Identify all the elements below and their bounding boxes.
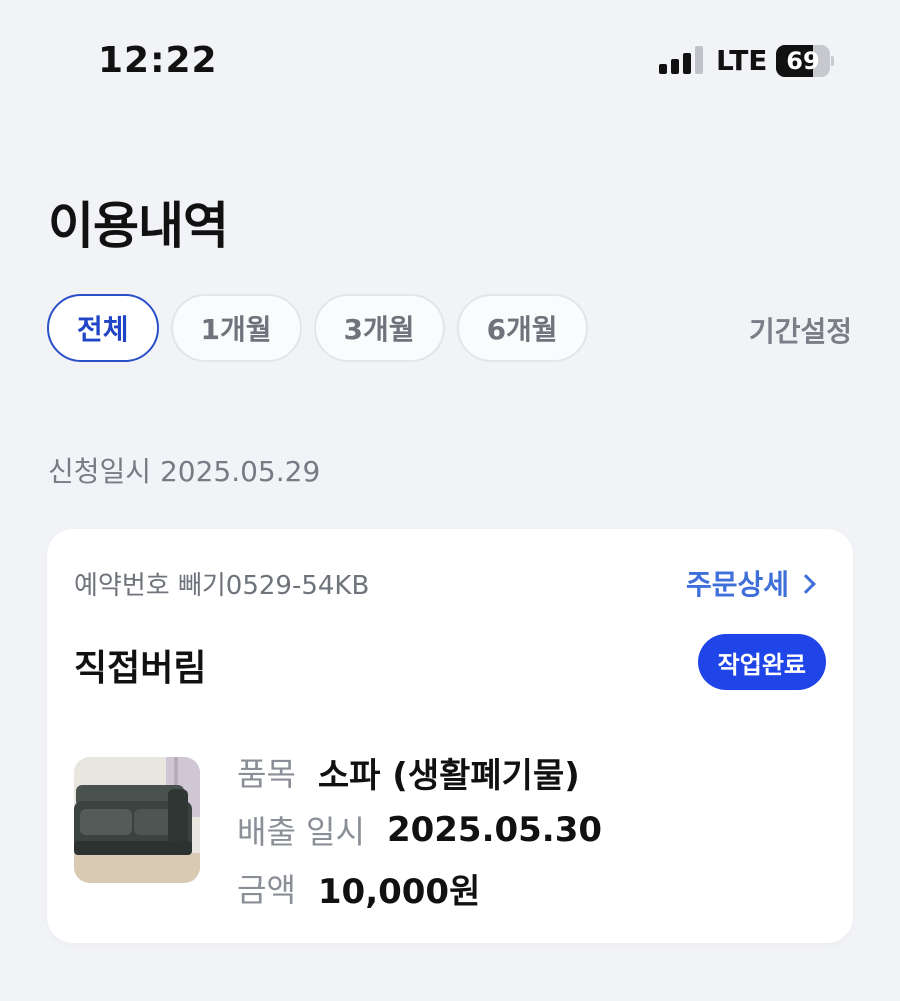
- signal-icon: [659, 46, 703, 74]
- period-filter: 전체 1개월 3개월 6개월: [47, 294, 588, 362]
- status-time: 12:22: [98, 40, 218, 81]
- item-photo: [74, 757, 200, 883]
- reservation-number: 예약번호 빼기0529-54KB: [74, 571, 370, 601]
- filter-chip-3months[interactable]: 3개월: [313, 294, 445, 362]
- period-setting-button[interactable]: 기간설정: [749, 310, 852, 350]
- amount-label: 금액: [237, 871, 296, 909]
- item-label: 품목: [237, 755, 296, 793]
- chevron-right-icon: [796, 574, 816, 594]
- order-info: 품목 소파 (생활폐기물) 배출 일시 2025.05.30 금액 10,000…: [237, 743, 602, 917]
- item-value: 소파 (생활폐기물): [317, 755, 580, 796]
- battery-icon: 69: [776, 45, 834, 77]
- order-detail-link[interactable]: 주문상세: [685, 563, 816, 603]
- order-detail-label: 주문상세: [685, 568, 789, 601]
- status-badge: 작업완료: [697, 634, 826, 690]
- disposal-date-label: 배출 일시: [237, 813, 365, 851]
- amount-value: 10,000원: [317, 871, 481, 912]
- filter-chip-1month[interactable]: 1개월: [170, 294, 302, 362]
- battery-level: 69: [786, 47, 820, 75]
- order-card[interactable]: 예약번호 빼기0529-54KB 주문상세 직접버림 작업완료 품목 소파 (생…: [47, 529, 853, 943]
- disposal-date-value: 2025.05.30: [386, 810, 603, 850]
- status-bar: 12:22 LTE 69: [0, 0, 900, 120]
- network-type: LTE: [716, 44, 768, 77]
- filter-chip-6months[interactable]: 6개월: [456, 294, 588, 362]
- service-type: 직접버림: [74, 648, 207, 689]
- request-date: 신청일시 2025.05.29: [48, 455, 321, 488]
- amount-row: 금액 10,000원: [237, 859, 602, 917]
- filter-chip-all[interactable]: 전체: [47, 294, 159, 362]
- page-title: 이용내역: [48, 197, 229, 255]
- item-row: 품목 소파 (생활폐기물): [237, 743, 602, 801]
- disposal-date-row: 배출 일시 2025.05.30: [237, 801, 602, 859]
